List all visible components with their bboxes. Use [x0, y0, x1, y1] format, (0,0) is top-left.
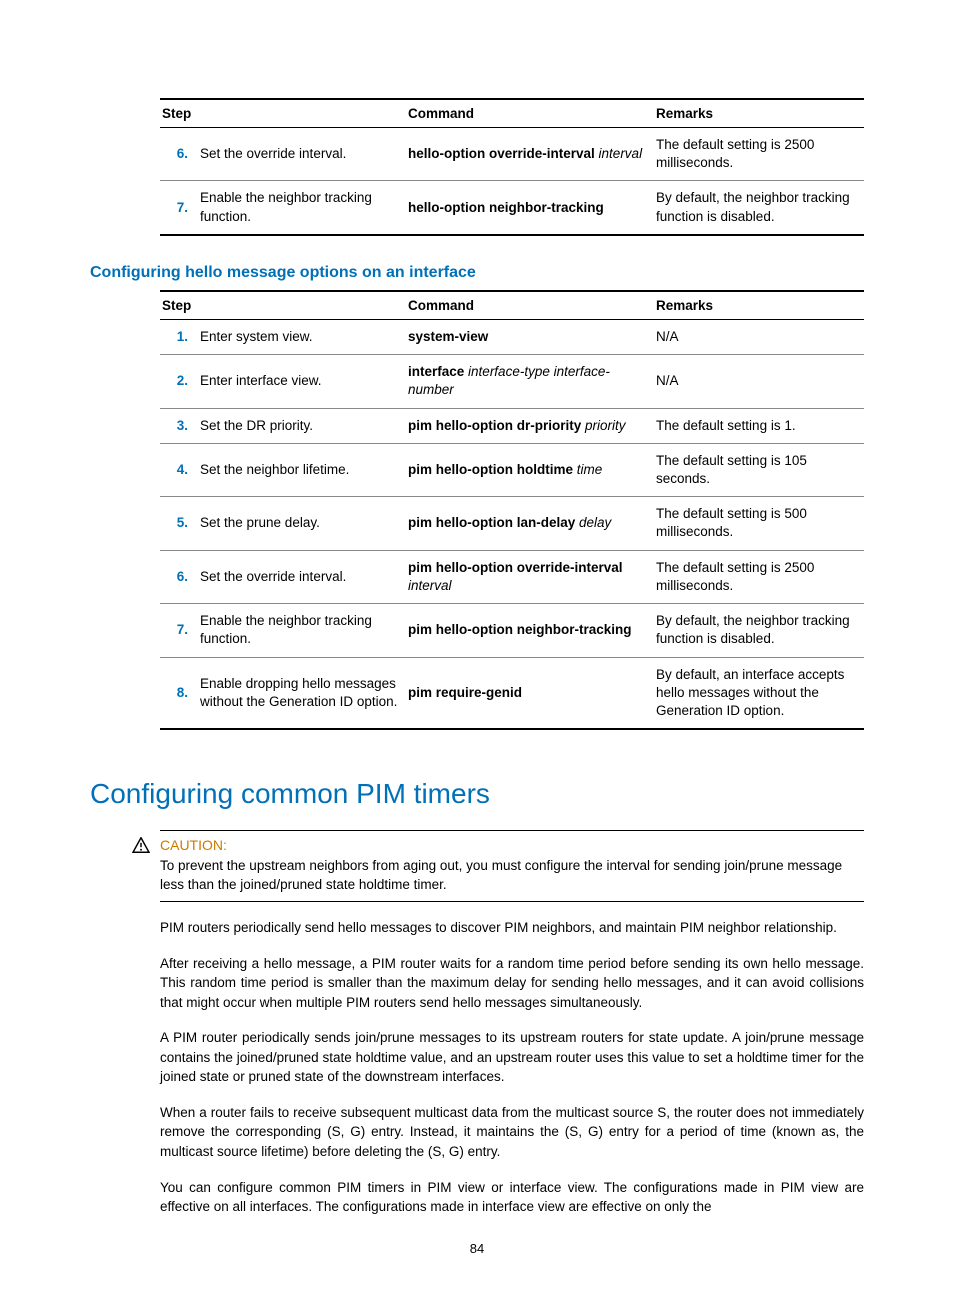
remarks-text: By default, an interface accepts hello m… [654, 657, 864, 729]
table-row: 8. Enable dropping hello messages withou… [160, 657, 864, 729]
remarks-text: N/A [654, 355, 864, 408]
table-row: 1. Enter system view. system-view N/A [160, 319, 864, 354]
remarks-text: The default setting is 1. [654, 408, 864, 443]
command-text: hello-option neighbor-tracking [406, 181, 654, 235]
command-text: pim hello-option dr-priority priority [406, 408, 654, 443]
th-command: Command [406, 99, 654, 128]
step-number: 7. [160, 181, 198, 235]
step-number: 1. [160, 319, 198, 354]
page-number: 84 [0, 1241, 954, 1256]
paragraph: A PIM router periodically sends join/pru… [160, 1028, 864, 1087]
table-hello-options-global: Step Command Remarks 6. Set the override… [160, 98, 864, 236]
remarks-text: The default setting is 105 seconds. [654, 443, 864, 496]
th-step: Step [160, 291, 406, 320]
remarks-text: By default, the neighbor tracking functi… [654, 604, 864, 657]
command-text: hello-option override-interval interval [406, 128, 654, 181]
command-text: system-view [406, 319, 654, 354]
step-number: 2. [160, 355, 198, 408]
command-text: pim hello-option override-interval inter… [406, 550, 654, 603]
paragraph: You can configure common PIM timers in P… [160, 1178, 864, 1217]
command-text: pim hello-option neighbor-tracking [406, 604, 654, 657]
document-page: Step Command Remarks 6. Set the override… [0, 0, 954, 1296]
remarks-text: N/A [654, 319, 864, 354]
th-step: Step [160, 99, 406, 128]
table-header-row: Step Command Remarks [160, 291, 864, 320]
table-row: 7. Enable the neighbor tracking function… [160, 181, 864, 235]
step-number: 8. [160, 657, 198, 729]
remarks-text: By default, the neighbor tracking functi… [654, 181, 864, 235]
step-text: Enable dropping hello messages without t… [198, 657, 406, 729]
step-number: 4. [160, 443, 198, 496]
remarks-text: The default setting is 2500 milliseconds… [654, 128, 864, 181]
paragraph: PIM routers periodically send hello mess… [160, 918, 864, 938]
command-text: pim hello-option holdtime time [406, 443, 654, 496]
caution-text: To prevent the upstream neighbors from a… [160, 853, 864, 902]
remarks-text: The default setting is 2500 milliseconds… [654, 550, 864, 603]
th-remarks: Remarks [654, 291, 864, 320]
step-text: Enter interface view. [198, 355, 406, 408]
caution-label: CAUTION: [160, 837, 227, 853]
step-text: Set the override interval. [198, 550, 406, 603]
paragraph: When a router fails to receive subsequen… [160, 1103, 864, 1162]
warning-triangle-icon [132, 837, 150, 853]
th-remarks: Remarks [654, 99, 864, 128]
remarks-text: The default setting is 500 milliseconds. [654, 497, 864, 550]
table-row: 2. Enter interface view. interface inter… [160, 355, 864, 408]
table-row: 6. Set the override interval. pim hello-… [160, 550, 864, 603]
step-number: 3. [160, 408, 198, 443]
caution-header: CAUTION: [160, 830, 864, 853]
step-text: Set the neighbor lifetime. [198, 443, 406, 496]
command-text: pim require-genid [406, 657, 654, 729]
subheading-interface-hello: Configuring hello message options on an … [90, 264, 864, 282]
table-hello-options-interface: Step Command Remarks 1. Enter system vie… [160, 290, 864, 730]
command-text: interface interface-type interface-numbe… [406, 355, 654, 408]
caution-block: CAUTION: To prevent the upstream neighbo… [160, 830, 864, 902]
step-text: Enable the neighbor tracking function. [198, 604, 406, 657]
command-text: pim hello-option lan-delay delay [406, 497, 654, 550]
step-number: 6. [160, 550, 198, 603]
step-text: Set the override interval. [198, 128, 406, 181]
step-text: Set the prune delay. [198, 497, 406, 550]
heading-pim-timers: Configuring common PIM timers [90, 778, 864, 810]
step-number: 7. [160, 604, 198, 657]
step-text: Enter system view. [198, 319, 406, 354]
step-text: Set the DR priority. [198, 408, 406, 443]
table-row: 5. Set the prune delay. pim hello-option… [160, 497, 864, 550]
step-number: 5. [160, 497, 198, 550]
table-row: 4. Set the neighbor lifetime. pim hello-… [160, 443, 864, 496]
step-text: Enable the neighbor tracking function. [198, 181, 406, 235]
table-row: 3. Set the DR priority. pim hello-option… [160, 408, 864, 443]
table-row: 6. Set the override interval. hello-opti… [160, 128, 864, 181]
paragraph: After receiving a hello message, a PIM r… [160, 954, 864, 1013]
table-header-row: Step Command Remarks [160, 99, 864, 128]
th-command: Command [406, 291, 654, 320]
table-row: 7. Enable the neighbor tracking function… [160, 604, 864, 657]
step-number: 6. [160, 128, 198, 181]
